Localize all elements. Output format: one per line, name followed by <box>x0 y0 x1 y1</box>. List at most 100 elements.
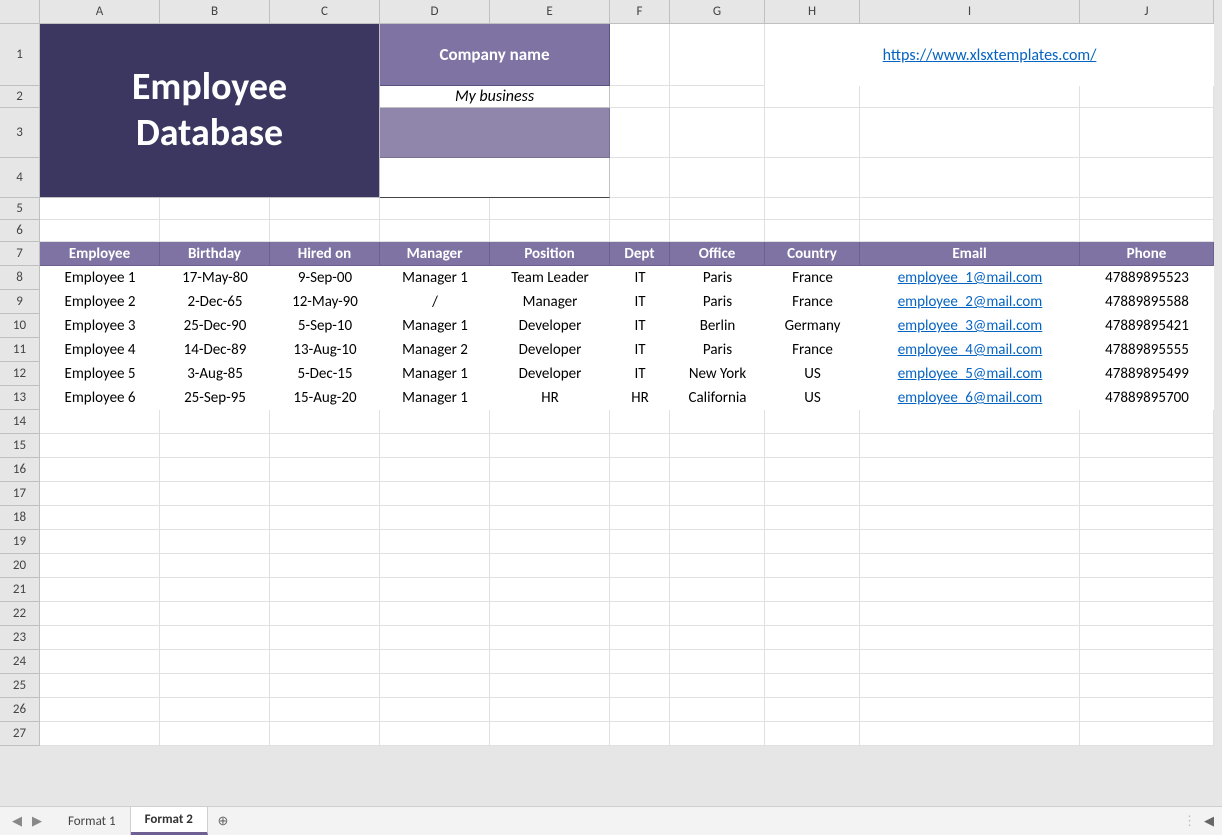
row-header-19[interactable]: 19 <box>0 530 40 554</box>
col-header-B[interactable]: B <box>160 0 270 24</box>
table-cell[interactable]: 2-Dec-65 <box>160 290 270 314</box>
col-header-I[interactable]: I <box>860 0 1080 24</box>
row-header-24[interactable]: 24 <box>0 650 40 674</box>
table-cell[interactable]: Employee 6 <box>40 386 160 410</box>
table-cell[interactable]: Manager 1 <box>380 362 490 386</box>
table-cell[interactable]: Developer <box>490 314 610 338</box>
row-header-5[interactable]: 5 <box>0 198 40 220</box>
table-cell[interactable]: 15-Aug-20 <box>270 386 380 410</box>
row-header-26[interactable]: 26 <box>0 698 40 722</box>
row-header-8[interactable]: 8 <box>0 266 40 290</box>
row-header-4[interactable]: 4 <box>0 158 40 198</box>
email-link[interactable]: employee_4@mail.com <box>860 338 1080 362</box>
row-header-11[interactable]: 11 <box>0 338 40 362</box>
table-cell[interactable]: 25-Sep-95 <box>160 386 270 410</box>
col-header-A[interactable]: A <box>40 0 160 24</box>
table-cell[interactable]: France <box>765 266 860 290</box>
col-header-E[interactable]: E <box>490 0 610 24</box>
table-cell[interactable]: IT <box>610 314 670 338</box>
table-cell[interactable]: California <box>670 386 765 410</box>
select-all-corner[interactable] <box>0 0 40 24</box>
table-cell[interactable]: France <box>765 338 860 362</box>
table-cell[interactable]: / <box>380 290 490 314</box>
row-header-14[interactable]: 14 <box>0 410 40 434</box>
spreadsheet-grid[interactable]: ABCDEFGHIJ123456789101112131415161718192… <box>0 0 1222 746</box>
email-link[interactable]: employee_3@mail.com <box>860 314 1080 338</box>
table-cell[interactable]: 9-Sep-00 <box>270 266 380 290</box>
table-cell[interactable]: Team Leader <box>490 266 610 290</box>
row-header-2[interactable]: 2 <box>0 86 40 108</box>
col-header-J[interactable]: J <box>1080 0 1214 24</box>
table-header-employee[interactable]: Employee <box>40 242 160 266</box>
table-cell[interactable]: 47889895421 <box>1080 314 1214 338</box>
row-header-27[interactable]: 27 <box>0 722 40 746</box>
table-header-dept[interactable]: Dept <box>610 242 670 266</box>
horizontal-scroll[interactable]: ⋮ ◀ <box>1175 807 1222 835</box>
table-header-hired-on[interactable]: Hired on <box>270 242 380 266</box>
table-cell[interactable]: Paris <box>670 266 765 290</box>
col-header-G[interactable]: G <box>670 0 765 24</box>
table-cell[interactable]: 14-Dec-89 <box>160 338 270 362</box>
template-link[interactable]: https://www.xlsxtemplates.com/ <box>765 24 1214 86</box>
row-header-16[interactable]: 16 <box>0 458 40 482</box>
table-cell[interactable]: 13-Aug-10 <box>270 338 380 362</box>
sheet-nav-buttons[interactable]: ◀ ▶ <box>0 807 54 835</box>
table-cell[interactable]: IT <box>610 290 670 314</box>
table-cell[interactable]: New York <box>670 362 765 386</box>
scroll-left-icon[interactable]: ◀ <box>1204 814 1214 829</box>
table-cell[interactable]: IT <box>610 338 670 362</box>
table-cell[interactable]: 47889895523 <box>1080 266 1214 290</box>
table-cell[interactable]: US <box>765 386 860 410</box>
table-cell[interactable]: Manager 1 <box>380 314 490 338</box>
table-cell[interactable]: France <box>765 290 860 314</box>
table-cell[interactable]: 12-May-90 <box>270 290 380 314</box>
table-cell[interactable]: Developer <box>490 362 610 386</box>
row-header-20[interactable]: 20 <box>0 554 40 578</box>
table-cell[interactable]: 47889895700 <box>1080 386 1214 410</box>
table-cell[interactable]: US <box>765 362 860 386</box>
table-cell[interactable]: IT <box>610 266 670 290</box>
table-cell[interactable]: Berlin <box>670 314 765 338</box>
table-header-manager[interactable]: Manager <box>380 242 490 266</box>
table-cell[interactable]: HR <box>490 386 610 410</box>
email-link[interactable]: employee_1@mail.com <box>860 266 1080 290</box>
table-cell[interactable]: Employee 2 <box>40 290 160 314</box>
table-header-position[interactable]: Position <box>490 242 610 266</box>
table-cell[interactable]: Paris <box>670 290 765 314</box>
table-cell[interactable]: 5-Sep-10 <box>270 314 380 338</box>
col-header-F[interactable]: F <box>610 0 670 24</box>
row-header-10[interactable]: 10 <box>0 314 40 338</box>
row-header-12[interactable]: 12 <box>0 362 40 386</box>
row-header-23[interactable]: 23 <box>0 626 40 650</box>
table-cell[interactable]: Germany <box>765 314 860 338</box>
company-blank-row[interactable] <box>380 158 610 198</box>
email-link[interactable]: employee_2@mail.com <box>860 290 1080 314</box>
table-cell[interactable]: Employee 5 <box>40 362 160 386</box>
table-cell[interactable]: 5-Dec-15 <box>270 362 380 386</box>
table-cell[interactable]: HR <box>610 386 670 410</box>
sheet-tab-format-1[interactable]: Format 1 <box>54 807 131 835</box>
row-header-1[interactable]: 1 <box>0 24 40 86</box>
table-cell[interactable]: Manager 1 <box>380 386 490 410</box>
col-header-D[interactable]: D <box>380 0 490 24</box>
table-header-phone[interactable]: Phone <box>1080 242 1214 266</box>
row-header-22[interactable]: 22 <box>0 602 40 626</box>
row-header-13[interactable]: 13 <box>0 386 40 410</box>
table-header-birthday[interactable]: Birthday <box>160 242 270 266</box>
nav-prev-icon[interactable]: ◀ <box>12 814 22 829</box>
company-name-cell[interactable]: My business <box>380 86 610 108</box>
row-header-21[interactable]: 21 <box>0 578 40 602</box>
row-header-15[interactable]: 15 <box>0 434 40 458</box>
row-header-18[interactable]: 18 <box>0 506 40 530</box>
table-cell[interactable]: Employee 4 <box>40 338 160 362</box>
table-cell[interactable]: 17-May-80 <box>160 266 270 290</box>
row-header-3[interactable]: 3 <box>0 108 40 158</box>
table-cell[interactable]: 47889895555 <box>1080 338 1214 362</box>
table-header-country[interactable]: Country <box>765 242 860 266</box>
table-cell[interactable]: Manager 1 <box>380 266 490 290</box>
table-cell[interactable]: Employee 3 <box>40 314 160 338</box>
table-cell[interactable]: 47889895588 <box>1080 290 1214 314</box>
table-cell[interactable]: 3-Aug-85 <box>160 362 270 386</box>
table-header-email[interactable]: Email <box>860 242 1080 266</box>
table-header-office[interactable]: Office <box>670 242 765 266</box>
